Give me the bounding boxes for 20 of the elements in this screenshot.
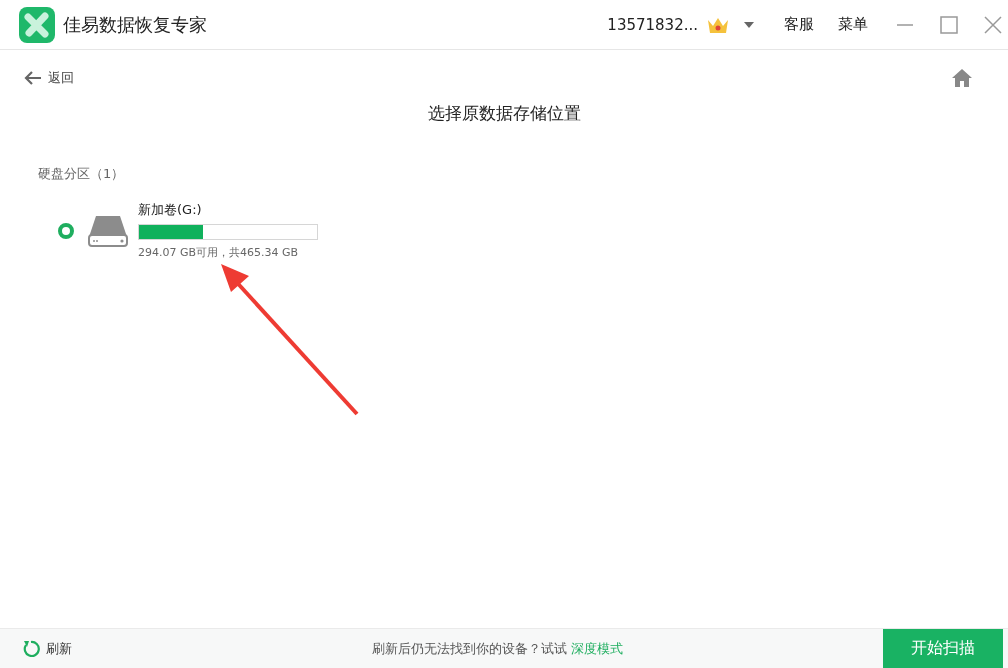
refresh-icon [22,639,40,658]
close-icon[interactable] [984,15,1002,34]
radio-button[interactable] [58,222,74,239]
window-title: 佳易数据恢复专家 [63,12,207,37]
back-arrow-icon [24,71,42,85]
menu-button[interactable]: 客服 [776,15,822,34]
refresh-button[interactable]: 刷新 [22,639,322,658]
dropdown-caret-icon[interactable] [744,21,754,28]
menu-button[interactable]: 菜单 [830,15,876,34]
back-button[interactable]: 返回 [24,69,74,87]
section-title: 硬盘分区（1） [38,165,126,183]
home-icon[interactable] [951,68,973,88]
drive-capacity: 294.07 GB可用，共465.34 GB [138,245,300,260]
hint-text: 刷新后仍无法找到你的设备？试试 [372,639,567,658]
app-logo-icon [19,6,55,43]
maximize-icon[interactable] [940,15,958,34]
hard-drive-icon [88,214,128,247]
drive-name: 新加卷(G:) [138,201,203,219]
page-title: 选择原数据存储位置 [426,102,582,125]
account-name[interactable]: 13571832... [607,15,698,34]
